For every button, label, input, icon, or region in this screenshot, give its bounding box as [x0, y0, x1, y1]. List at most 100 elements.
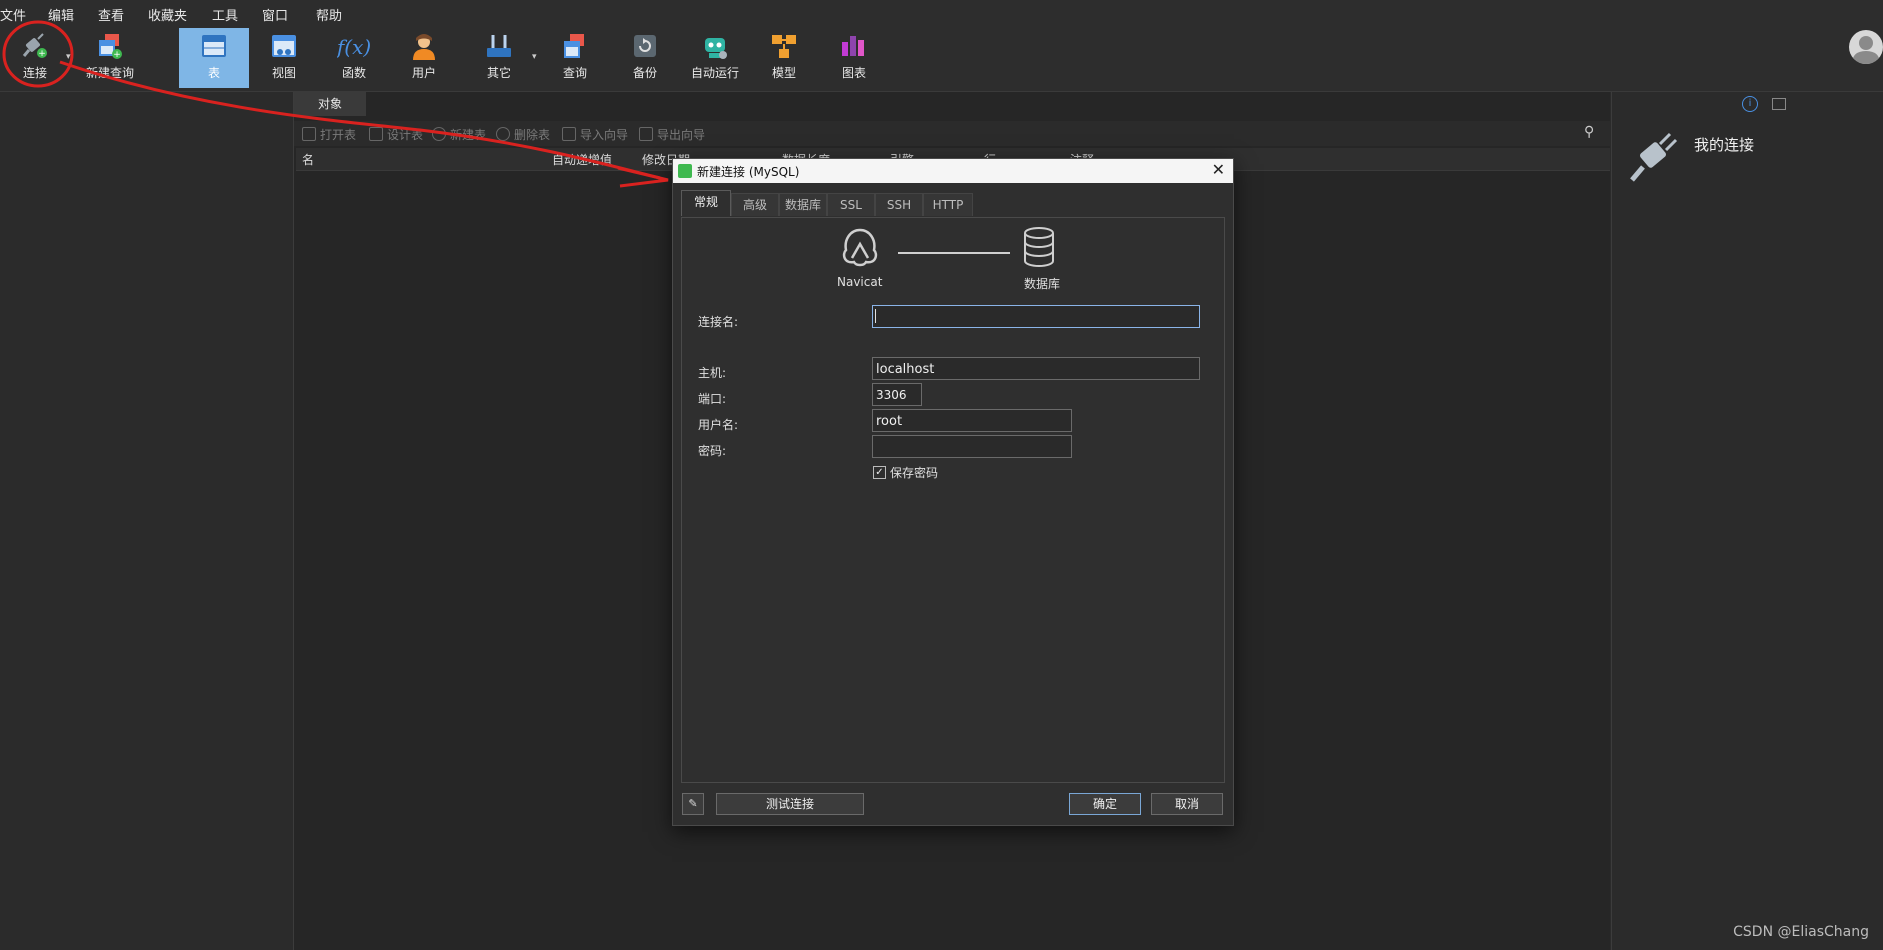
- toolbar-label: 表: [207, 66, 220, 80]
- tools-icon: [487, 35, 511, 57]
- column-auto-increment[interactable]: 自动递增值: [552, 151, 612, 168]
- menu-favorites[interactable]: 收藏夹: [148, 5, 187, 24]
- panel-title: 我的连接: [1694, 136, 1755, 154]
- menu-tools[interactable]: 工具: [212, 5, 238, 24]
- connection-plug-icon: [1630, 132, 1678, 182]
- open-table-button[interactable]: 打开表: [302, 126, 356, 143]
- svg-text:+: +: [113, 50, 121, 60]
- tab-ssh[interactable]: SSH: [875, 193, 923, 216]
- menu-edit[interactable]: 编辑: [48, 5, 74, 24]
- navicat-icon: [842, 228, 878, 267]
- password-input[interactable]: [872, 435, 1072, 458]
- toolbar-function-button[interactable]: f(x) 函数: [321, 28, 387, 88]
- text-cursor: [875, 309, 876, 323]
- delete-table-label: 删除表: [514, 128, 551, 142]
- menu-file[interactable]: 文件: [0, 5, 26, 24]
- toolbar-label: 新建查询: [85, 66, 134, 80]
- toolbar-model-button[interactable]: 模型: [751, 28, 817, 88]
- port-input[interactable]: 3306: [872, 383, 922, 406]
- info-panel: i 我的连接: [1611, 92, 1883, 950]
- database-icon: [1024, 227, 1054, 267]
- connect-dropdown-icon[interactable]: ▾: [66, 52, 71, 62]
- username-input[interactable]: root: [872, 409, 1072, 432]
- user-icon: [413, 34, 435, 60]
- test-connection-button[interactable]: 测试连接: [716, 793, 864, 815]
- navigation-pane: [0, 92, 294, 950]
- tab-advanced[interactable]: 高级: [731, 193, 779, 216]
- toolbar-backup-button[interactable]: 备份: [612, 28, 678, 88]
- toolbar-user-button[interactable]: 用户: [391, 28, 457, 88]
- search-icon[interactable]: ⚲: [1584, 124, 1594, 140]
- dialog-titlebar[interactable]: 新建连接 (MySQL) ✕: [673, 159, 1233, 183]
- toolbar-label: 模型: [771, 66, 796, 80]
- toolbar-label: 连接: [22, 66, 47, 80]
- export-wizard-label: 导出向导: [657, 128, 706, 142]
- toolbar-view-button[interactable]: 视图: [251, 28, 317, 88]
- query-icon: [564, 34, 584, 58]
- new-connection-dialog: 新建连接 (MySQL) ✕ 常规 高级 数据库 SSL SSH HTTP Na…: [672, 158, 1234, 826]
- tab-http[interactable]: HTTP: [923, 193, 973, 216]
- toolbar-label: 用户: [411, 66, 436, 80]
- export-icon: [639, 127, 653, 141]
- plug-connect-icon: +: [22, 33, 47, 59]
- toolbar-automation-button[interactable]: 自动运行: [681, 28, 749, 88]
- export-wizard-button[interactable]: 导出向导: [639, 126, 705, 143]
- new-query-icon: +: [99, 34, 122, 60]
- tab-ssl[interactable]: SSL: [827, 193, 875, 216]
- save-password-label: 保存密码: [890, 466, 939, 480]
- save-password-checkbox[interactable]: ✓: [873, 466, 886, 479]
- cancel-button[interactable]: 取消: [1151, 793, 1223, 815]
- toolbar-connect-button[interactable]: + 连接: [2, 28, 68, 88]
- tab-objects[interactable]: 对象: [294, 92, 366, 116]
- open-table-label: 打开表: [320, 128, 357, 142]
- new-table-icon: [432, 127, 446, 141]
- toolbar-label: 视图: [271, 66, 296, 80]
- column-name[interactable]: 名: [302, 151, 314, 168]
- toolbar-query-button[interactable]: 查询: [542, 28, 608, 88]
- tab-databases[interactable]: 数据库: [779, 193, 827, 216]
- backup-icon: [634, 35, 656, 57]
- info-icon[interactable]: i: [1742, 96, 1758, 112]
- toolbar-label: 其它: [486, 66, 511, 80]
- menu-help[interactable]: 帮助: [316, 5, 342, 24]
- toolbar-label: 函数: [341, 66, 366, 80]
- design-table-button[interactable]: 设计表: [369, 126, 423, 143]
- toolbar-table-button[interactable]: 表: [179, 28, 249, 88]
- ok-button[interactable]: 确定: [1069, 793, 1141, 815]
- watermark: CSDN @EliasChang: [1733, 924, 1869, 940]
- toolbar-chart-button[interactable]: 图表: [821, 28, 887, 88]
- svg-text:f(x): f(x): [337, 35, 371, 59]
- toolbar-new-query-button[interactable]: + 新建查询: [76, 28, 144, 88]
- others-dropdown-icon[interactable]: ▾: [532, 52, 537, 62]
- connection-name-input[interactable]: [872, 305, 1200, 328]
- table-icon: [202, 35, 226, 57]
- toolbar-label: 查询: [562, 66, 587, 80]
- delete-table-button[interactable]: 删除表: [496, 126, 550, 143]
- import-wizard-button[interactable]: 导入向导: [562, 126, 628, 143]
- close-icon[interactable]: ✕: [1212, 160, 1225, 179]
- password-label: 密码:: [698, 444, 727, 458]
- port-label: 端口:: [698, 392, 727, 406]
- import-icon: [562, 127, 576, 141]
- design-table-label: 设计表: [387, 128, 424, 142]
- toolbar-label: 图表: [841, 66, 866, 80]
- new-table-button[interactable]: 新建表: [432, 126, 486, 143]
- dialog-title: 新建连接 (MySQL): [697, 165, 800, 179]
- account-icon: [1852, 36, 1880, 64]
- tab-general[interactable]: 常规: [681, 190, 731, 216]
- database-label: 数据库: [1024, 277, 1061, 291]
- navicat-label: Navicat: [837, 275, 883, 289]
- robot-icon: [705, 38, 727, 59]
- svg-text:+: +: [38, 49, 46, 59]
- toolbar-label: 自动运行: [690, 66, 739, 80]
- chart-icon: [842, 36, 864, 56]
- view-icon: [272, 35, 296, 57]
- notes-icon[interactable]: ✎: [682, 793, 704, 815]
- avatar[interactable]: [1849, 30, 1883, 64]
- ddl-icon[interactable]: [1772, 98, 1786, 110]
- menu-view[interactable]: 查看: [98, 5, 124, 24]
- menu-window[interactable]: 窗口: [262, 5, 288, 24]
- toolbar-others-button[interactable]: 其它: [466, 28, 532, 88]
- host-input[interactable]: localhost: [872, 357, 1200, 380]
- navicat-logo-icon: [678, 164, 692, 178]
